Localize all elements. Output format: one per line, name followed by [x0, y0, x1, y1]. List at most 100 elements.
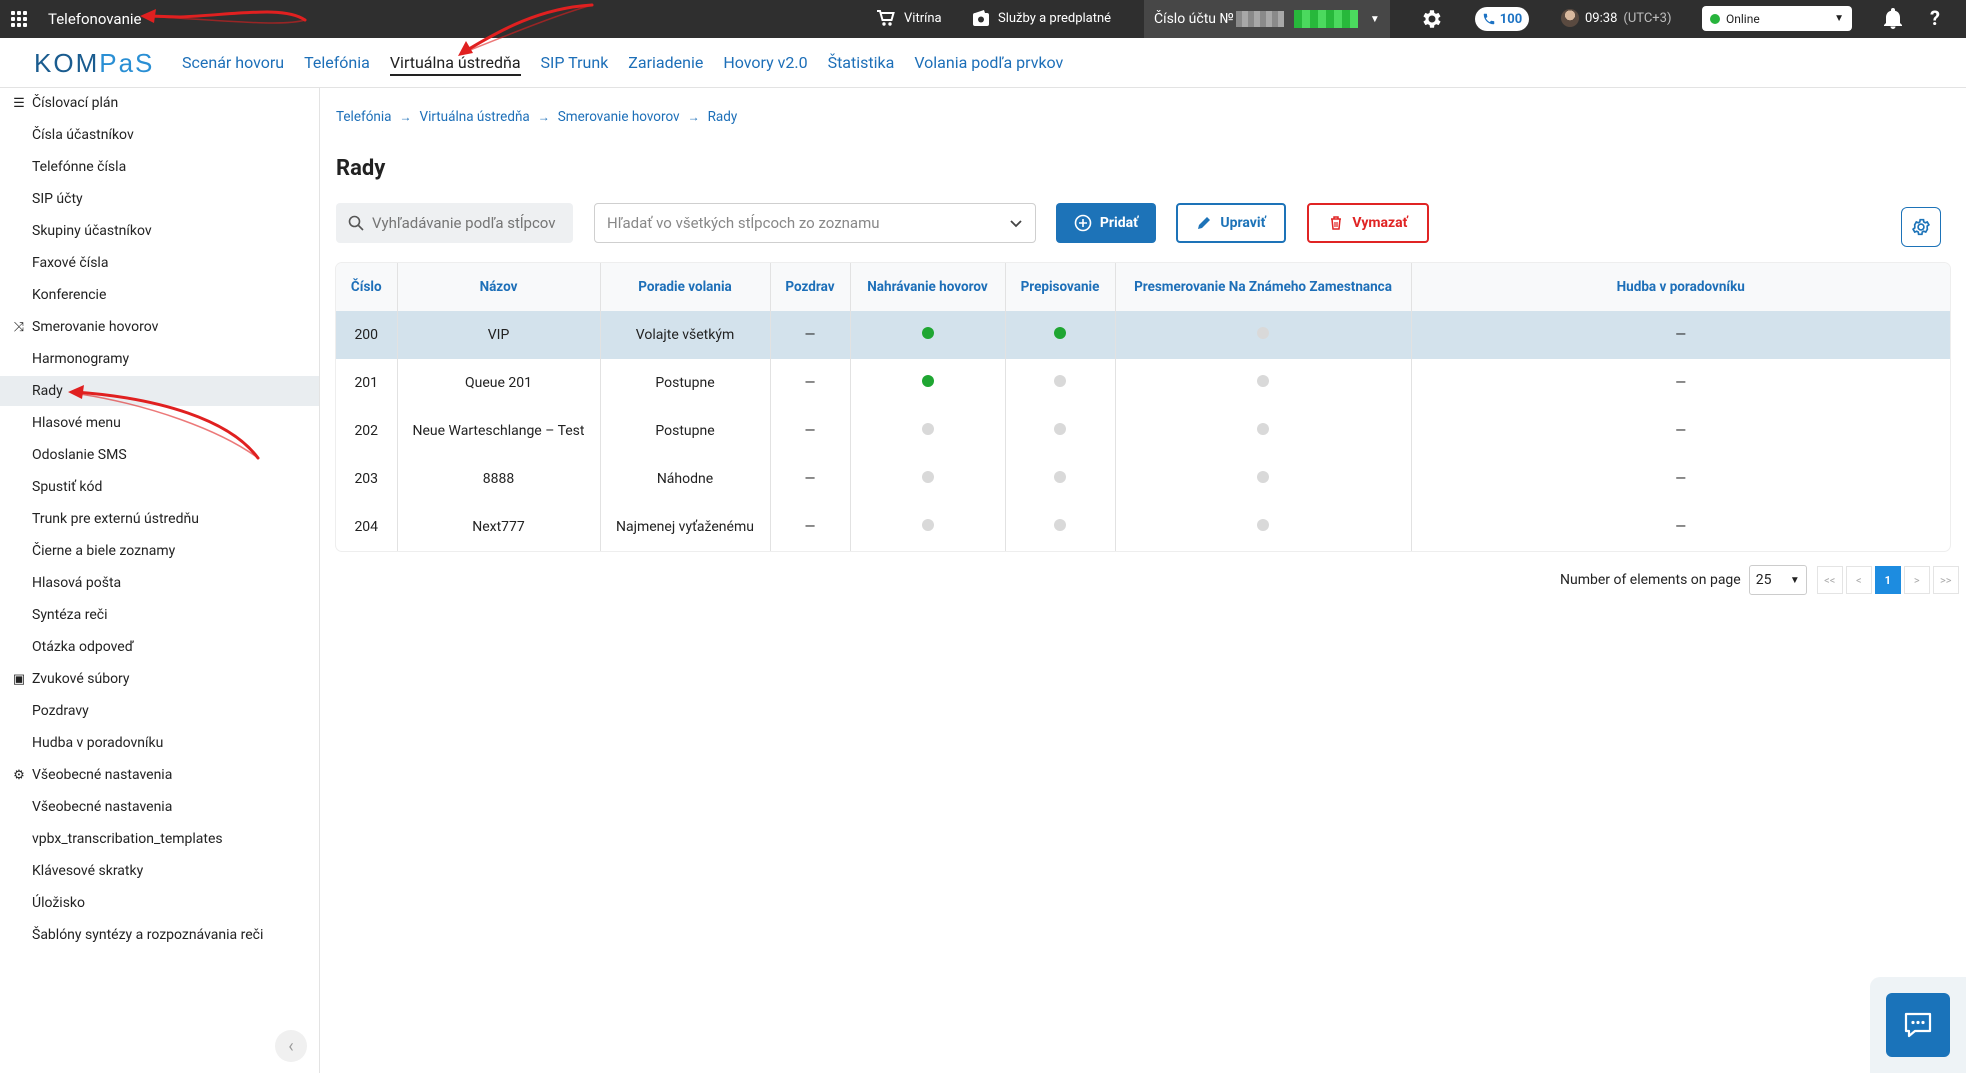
nav-item-scenar-hovoru[interactable]: Scenár hovoru	[182, 53, 284, 76]
last-page-button[interactable]: >>	[1932, 566, 1959, 594]
sidebar-item-telefonne-cisla[interactable]: Telefónne čísla	[0, 152, 319, 182]
help-icon[interactable]: ?	[1930, 6, 1940, 30]
table-row[interactable]: 204 Next777 Najmenej vyťaženému — —	[336, 503, 1950, 551]
sidebar-item-synteza-reci[interactable]: Syntéza reči	[0, 600, 319, 630]
sidebar-item-harmonogramy[interactable]: Harmonogramy	[0, 344, 319, 374]
cell-nazov: 8888	[397, 455, 601, 503]
column-header-presmerovanie-na-znameho-zamestnanca[interactable]: Presmerovanie Na Známeho Zamestnanca	[1115, 263, 1412, 311]
queues-table: Číslo Názov Poradie volania Pozdrav Nahrávan…	[336, 263, 1950, 551]
nav-item-statistika[interactable]: Štatistika	[828, 53, 895, 76]
sidebar: ‹ ☰ Číslovací plán Čísla účastníkov Telefón…	[0, 88, 320, 1073]
sidebar-item-sablony-syntezy-a-rozpoznavania-reci[interactable]: Šablóny syntézy a rozpoznávania reči	[0, 920, 319, 950]
nav-item-hovory-v2-0[interactable]: Hovory v2.0	[723, 53, 807, 76]
user-clock[interactable]: 09:38 (UTC+3)	[1561, 9, 1672, 27]
table-settings-button[interactable]	[1901, 207, 1941, 247]
cell-prepisovanie	[1005, 311, 1116, 359]
active-calls-badge[interactable]: 100	[1475, 7, 1529, 31]
column-header-poradie-volania[interactable]: Poradie volania	[600, 263, 771, 311]
apps-grid-icon[interactable]	[11, 11, 27, 27]
sidebar-item-konferencie[interactable]: Konferencie	[0, 280, 319, 310]
table-row[interactable]: 201 Queue 201 Postupne — —	[336, 359, 1950, 407]
column-header-hudba-v-poradovniku[interactable]: Hudba v poradovníku	[1411, 263, 1950, 311]
sidebar-item-ulozisko[interactable]: Úložisko	[0, 888, 319, 918]
table-row[interactable]: 202 Neue Warteschlange – Test Postupne — —	[336, 407, 1950, 455]
bell-icon[interactable]	[1883, 8, 1903, 34]
column-header-cislo[interactable]: Číslo	[336, 263, 398, 311]
sidebar-group-smerovanie-hovorov[interactable]: ⤨ Smerovanie hovorov	[0, 312, 319, 342]
account-label: Číslo účtu №	[1154, 11, 1234, 27]
page-button-current[interactable]: 1	[1874, 566, 1901, 594]
sidebar-item-pozdravy[interactable]: Pozdravy	[0, 696, 319, 726]
nav-item-volania-podla-prvkov[interactable]: Volania podľa prvkov	[914, 53, 1063, 76]
nav-item-sip-trunk[interactable]: SIP Trunk	[541, 53, 609, 76]
column-search[interactable]	[336, 203, 573, 243]
cell-pozdrav: —	[770, 311, 851, 359]
edit-button[interactable]: Upraviť	[1176, 203, 1286, 243]
breadcrumb-item-smerovanie-hovorov[interactable]: Smerovanie hovorov	[558, 109, 680, 125]
sidebar-item-sip-ucty[interactable]: SIP účty	[0, 184, 319, 214]
delete-button[interactable]: Vymazať	[1307, 203, 1429, 243]
sidebar-item-hlasove-menu[interactable]: Hlasové menu	[0, 408, 319, 438]
sidebar-item-vseobecne-nastavenia[interactable]: Všeobecné nastavenia	[0, 792, 319, 822]
vitrina-label: Vitrína	[904, 10, 942, 26]
prev-page-button[interactable]: <	[1845, 566, 1872, 594]
next-page-button[interactable]: >	[1903, 566, 1930, 594]
column-filter-select[interactable]: Hľadať vo všetkých stĺpcoch zo zoznamu	[594, 203, 1036, 243]
sidebar-item-klavesove-skratky[interactable]: Klávesové skratky	[0, 856, 319, 886]
sidebar-item-trunk-pre-externu-ustrednu[interactable]: Trunk pre externú ústredňu	[0, 504, 319, 534]
sidebar-item-spustit-kod[interactable]: Spustiť kód	[0, 472, 319, 502]
search-input[interactable]	[372, 214, 562, 232]
cell-hudba: —	[1675, 471, 1687, 487]
chat-icon	[1904, 1012, 1932, 1038]
column-header-nazov[interactable]: Názov	[397, 263, 601, 311]
logo[interactable]: KOMPaS	[34, 48, 154, 79]
sidebar-item-skupiny-ucastnikov[interactable]: Skupiny účastníkov	[0, 216, 319, 246]
app-name[interactable]: Telefonovanie	[48, 10, 141, 28]
gear-icon[interactable]	[1420, 7, 1444, 35]
first-page-button[interactable]: <<	[1816, 566, 1843, 594]
status-selector[interactable]: Online ▼	[1702, 6, 1852, 31]
sidebar-item-odoslanie-sms[interactable]: Odoslanie SMS	[0, 440, 319, 470]
chevron-down-icon	[1010, 220, 1022, 228]
column-header-prepisovanie[interactable]: Prepisovanie	[1005, 263, 1116, 311]
avatar[interactable]	[1561, 9, 1579, 27]
nav-item-virtualna-ustredna[interactable]: Virtuálna ústredňa	[389, 53, 521, 76]
page-title: Rady	[336, 156, 386, 181]
route-icon: ⤨	[13, 319, 25, 335]
sidebar-item-cisla-ucastnikov[interactable]: Čísla účastníkov	[0, 120, 319, 150]
breadcrumb-item-rady[interactable]: Rady	[708, 109, 738, 125]
sidebar-item-otazka-odpoved[interactable]: Otázka odpoveď	[0, 632, 319, 662]
sidebar-item-cierne-a-biele-zoznamy[interactable]: Čierne a biele zoznamy	[0, 536, 319, 566]
phone-icon	[1483, 13, 1495, 25]
sidebar-group-cislovaci-plan[interactable]: ☰ Číslovací plán	[0, 88, 319, 118]
breadcrumb-item-virtualna-ustredna[interactable]: Virtuálna ústredňa	[419, 109, 529, 125]
breadcrumb-item-telefonia[interactable]: Telefónia	[336, 109, 391, 125]
sidebar-group-zvukove-subory[interactable]: ▣ Zvukové súbory	[0, 664, 319, 694]
table-row[interactable]: 200 VIP Volajte všetkým — —	[336, 311, 1950, 359]
sidebar-group-vseobecne-nastavenia[interactable]: ⚙ Všeobecné nastavenia	[0, 760, 319, 790]
vitrina-link[interactable]: Vitrína	[876, 9, 942, 27]
status-off-icon	[1257, 375, 1269, 387]
account-selector[interactable]: Číslo účtu № ▼	[1144, 0, 1390, 38]
chat-button[interactable]	[1886, 993, 1950, 1057]
nav-item-zariadenie[interactable]: Zariadenie	[628, 53, 703, 76]
column-header-nahravanie-hovorov[interactable]: Nahrávanie hovorov	[850, 263, 1006, 311]
nav-item-telefonia[interactable]: Telefónia	[304, 53, 370, 76]
table-row[interactable]: 203 8888 Náhodne — —	[336, 455, 1950, 503]
add-button[interactable]: Pridať	[1056, 203, 1156, 243]
cell-nahravanie	[850, 407, 1006, 455]
cell-poradie: Postupne	[600, 359, 771, 407]
services-link[interactable]: Služby a predplatné	[972, 9, 1111, 27]
sidebar-item-faxove-cisla[interactable]: Faxové čísla	[0, 248, 319, 278]
cell-poradie: Najmenej vyťaženému	[600, 503, 771, 551]
timezone: (UTC+3)	[1623, 10, 1672, 26]
page-size-select[interactable]: 25 ▼	[1748, 565, 1807, 595]
cell-presmerovanie	[1115, 311, 1412, 359]
sidebar-item-hudba-v-poradovniku[interactable]: Hudba v poradovníku	[0, 728, 319, 758]
column-header-pozdrav[interactable]: Pozdrav	[770, 263, 851, 311]
collapse-sidebar-button[interactable]: ‹	[275, 1030, 307, 1062]
sidebar-item-hlasova-posta[interactable]: Hlasová pošta	[0, 568, 319, 598]
arrow-right-icon: →	[537, 110, 550, 124]
sidebar-item-rady[interactable]: Rady	[0, 376, 319, 406]
sidebar-item-vpbx-transcribation-templates[interactable]: vpbx_transcribation_templates	[0, 824, 319, 854]
